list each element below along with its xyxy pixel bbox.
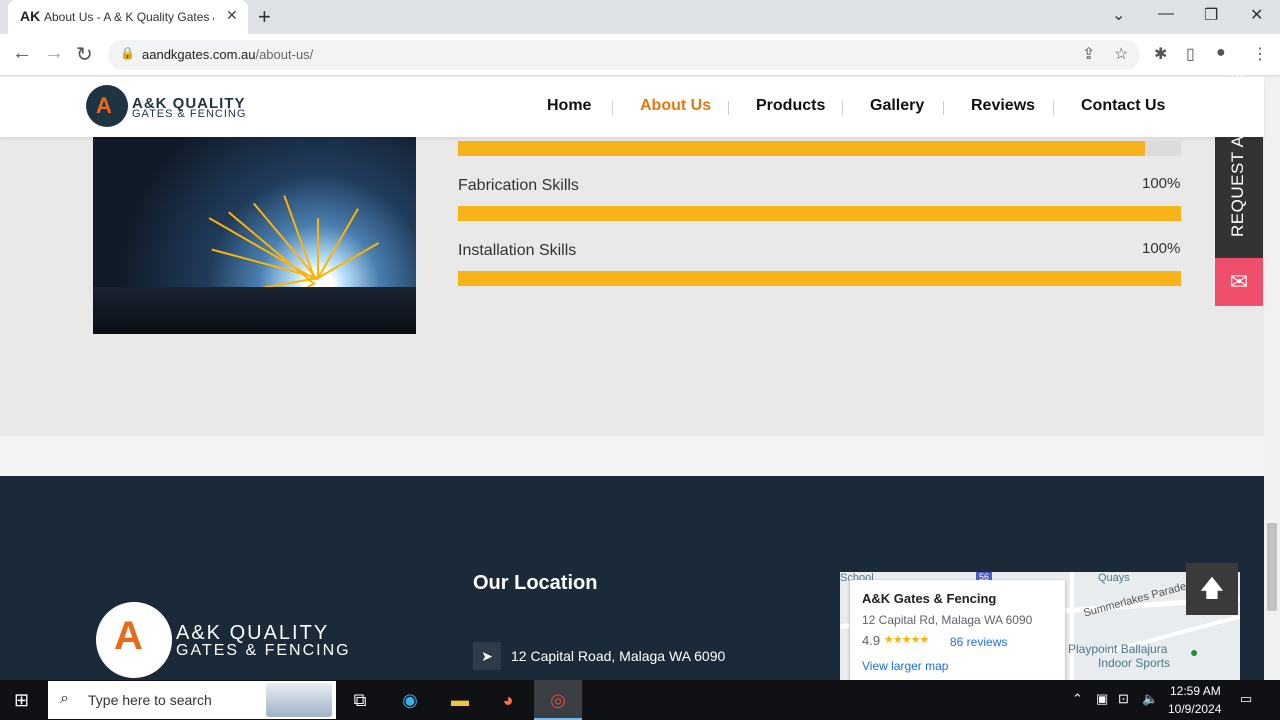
minimize-button[interactable]: — [1158, 5, 1174, 23]
site-footer: A A&K QUALITY GATES & FENCING Our Locati… [0, 476, 1264, 680]
skill-bar-track [458, 206, 1181, 221]
edge-browser-icon[interactable]: ◉ [396, 686, 424, 714]
site-favicon-icon: AK [20, 8, 41, 24]
our-location-heading: Our Location [473, 572, 598, 594]
tray-device-icon[interactable]: ▣ [1096, 691, 1108, 707]
browser-tab[interactable]: AK About Us - A & K Quality Gates & ✕ [8, 0, 248, 34]
skill-bar-track [458, 141, 1181, 156]
map-place-address: 12 Capital Rd, Malaga WA 6090 [862, 613, 1033, 627]
chrome-icon: ◎ [550, 690, 566, 710]
browser-toolbar: ← → ↻ 🔒 aandkgates.com.au/about-us/ ⇪ ☆ … [0, 34, 1280, 76]
bookmark-star-icon[interactable]: ☆ [1114, 44, 1128, 64]
reload-button[interactable]: ↻ [76, 42, 93, 67]
taskbar-chrome-active[interactable]: ◎ [534, 680, 582, 720]
forward-button[interactable]: → [44, 42, 64, 65]
skill-bar-fill [458, 271, 1181, 286]
footer-logo[interactable]: A [96, 602, 172, 678]
map-rating: 4.9 [862, 633, 881, 648]
extensions-icon[interactable]: ✱ [1154, 44, 1167, 64]
section-divider-band [0, 436, 1264, 476]
address-bar[interactable]: 🔒 aandkgates.com.au/about-us/ [108, 40, 1140, 70]
menu-kebab-icon[interactable]: ⋮ [1252, 44, 1268, 64]
map-label-quays: Quays [1098, 572, 1130, 584]
skill-label-fabrication: Fabrication Skills [458, 177, 579, 194]
window-close-button[interactable]: ✕ [1250, 5, 1263, 25]
file-explorer-icon[interactable]: ▬ [446, 686, 474, 714]
nav-reviews[interactable]: Reviews [971, 97, 1035, 115]
skill-bar-track [458, 271, 1181, 286]
url-text: aandkgates.com.au/about-us/ [142, 47, 314, 62]
task-view-icon[interactable]: ⧉ [346, 686, 374, 714]
taskbar-search-placeholder: Type here to search [88, 692, 212, 708]
nav-divider [943, 101, 944, 115]
volume-icon[interactable]: 🔈 [1142, 691, 1158, 707]
firefox-icon[interactable]: ◕ [494, 686, 522, 714]
map-place-card: A&K Gates & Fencing 12 Capital Rd, Malag… [850, 580, 1065, 680]
network-icon[interactable]: ⊡ [1118, 691, 1129, 707]
scroll-to-top-button[interactable]: 🡅 [1186, 563, 1238, 615]
windows-taskbar: ⊞ ⌕ Type here to search ⧉ ◉ ▬ ◕ ◎ ⌃ ▣ ⊡ … [0, 680, 1280, 720]
map-poi-playpoint[interactable]: Playpoint Ballajura [1068, 642, 1167, 656]
restore-button[interactable]: ❐ [1204, 5, 1218, 25]
google-map-embed[interactable]: School 56 Quays Summerlakes Parade Playp… [840, 572, 1240, 680]
skill-bar-fill [458, 206, 1181, 221]
nav-divider [728, 101, 729, 115]
nav-about-us[interactable]: About Us [640, 97, 711, 115]
nav-gallery[interactable]: Gallery [870, 97, 924, 115]
taskbar-date[interactable]: 10/9/2024 [1168, 702, 1221, 716]
notifications-icon[interactable]: ▭ [1240, 691, 1252, 707]
windows-start-icon[interactable]: ⊞ [14, 690, 29, 711]
arrow-up-icon: 🡅 [1199, 575, 1225, 602]
search-icon: ⌕ [60, 690, 69, 707]
lock-icon[interactable]: 🔒 [120, 46, 135, 60]
side-panel-icon[interactable]: ▯ [1186, 44, 1195, 64]
logo-text-line2: GATES & FENCING [132, 108, 247, 120]
nav-products[interactable]: Products [756, 97, 825, 115]
location-arrow-icon: ➤ [473, 642, 501, 670]
nav-contact-us[interactable]: Contact Us [1081, 97, 1165, 115]
tray-chevron-icon[interactable]: ⌃ [1072, 691, 1083, 707]
footer-logo-line2: GATES & FENCING [176, 642, 351, 659]
nav-divider [1053, 101, 1054, 115]
share-icon[interactable]: ⇪ [1082, 44, 1095, 64]
nav-home[interactable]: Home [547, 97, 591, 115]
map-pin-icon[interactable]: ● [1190, 644, 1198, 660]
site-header: A A&K QUALITY GATES & FENCING Home About… [0, 77, 1264, 137]
taskbar-time[interactable]: 12:59 AM [1170, 684, 1221, 698]
skill-percent-installation: 100% [1142, 240, 1181, 257]
new-tab-button[interactable]: + [258, 4, 271, 30]
skill-percent-fabrication: 100% [1142, 175, 1181, 192]
mail-icon: ✉ [1229, 269, 1249, 294]
rating-stars-icon: ★★★★★ [884, 634, 929, 646]
mail-button[interactable]: ✉ [1215, 258, 1263, 306]
welding-sparks-image [93, 137, 416, 334]
map-place-name: A&K Gates & Fencing [862, 591, 997, 606]
scrollbar-thumb[interactable] [1267, 523, 1277, 611]
map-poi-indoor-sports[interactable]: Indoor Sports [1098, 656, 1170, 670]
skill-bar-fill [458, 141, 1145, 156]
company-logo[interactable]: A [86, 85, 128, 127]
search-highlight-image [266, 683, 332, 717]
taskbar-search-box[interactable]: ⌕ Type here to search [48, 681, 336, 719]
close-tab-icon[interactable]: ✕ [226, 7, 238, 24]
view-larger-map-link[interactable]: View larger map [862, 659, 948, 673]
browser-tab-bar: AK About Us - A & K Quality Gates & ✕ + … [0, 0, 1280, 34]
profile-avatar-icon[interactable]: ● [1216, 44, 1226, 62]
back-button[interactable]: ← [12, 42, 32, 65]
skill-label-installation: Installation Skills [458, 242, 577, 259]
footer-address: 12 Capital Road, Malaga WA 6090 [511, 648, 726, 664]
map-reviews-link[interactable]: 86 reviews [950, 635, 1007, 649]
nav-divider [612, 101, 613, 115]
tab-search-icon[interactable]: ⌄ [1112, 5, 1125, 25]
nav-divider [842, 101, 843, 115]
tab-title: About Us - A & K Quality Gates & [44, 10, 214, 24]
